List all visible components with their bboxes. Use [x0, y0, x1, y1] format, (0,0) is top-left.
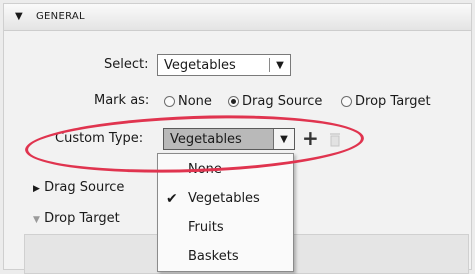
drop-target-section[interactable]: ▼ Drop Target — [33, 211, 120, 226]
radio-drag-source-label: Drag Source — [242, 94, 323, 109]
radio-drop-target-label: Drop Target — [355, 94, 431, 109]
drag-source-section[interactable]: ▶ Drag Source — [33, 180, 124, 195]
radio-none-label: None — [178, 94, 212, 109]
trash-icon[interactable] — [329, 132, 341, 147]
select-label: Select: — [104, 57, 149, 72]
custom-type-label: Custom Type: — [55, 131, 144, 146]
radio-drop-target[interactable]: Drop Target — [341, 94, 431, 109]
triangle-down-icon[interactable]: ▼ — [33, 215, 40, 225]
dropdown-item-label: Fruits — [188, 220, 224, 235]
mark-as-label: Mark as: — [94, 93, 150, 108]
drag-source-label: Drag Source — [44, 180, 125, 195]
triangle-down-icon[interactable]: ▼ — [15, 11, 23, 22]
dropdown-item-fruits[interactable]: Fruits — [158, 214, 293, 242]
select-value: Vegetables — [164, 57, 236, 73]
dropdown-item-vegetables[interactable]: ✔ Vegetables — [158, 185, 293, 213]
dropdown-item-baskets[interactable]: Baskets — [158, 243, 293, 271]
triangle-right-icon[interactable]: ▶ — [33, 184, 40, 194]
chevron-down-icon[interactable]: ▼ — [273, 129, 294, 149]
radio-drag-source-button[interactable] — [228, 96, 239, 107]
plus-icon[interactable]: + — [302, 128, 319, 148]
chevron-down-icon[interactable]: ▼ — [270, 60, 290, 71]
dropdown-item-none[interactable]: None — [158, 156, 293, 184]
radio-none[interactable]: None — [164, 94, 212, 109]
dropdown-item-label: None — [188, 162, 222, 177]
custom-type-dropdown-list: None ✔ Vegetables Fruits Baskets — [157, 153, 294, 272]
custom-type-value: Vegetables — [170, 131, 242, 147]
section-title: GENERAL — [36, 11, 85, 22]
dropdown-item-label: Vegetables — [188, 191, 260, 206]
custom-type-select[interactable]: Vegetables ▼ — [163, 128, 295, 150]
radio-drop-target-button[interactable] — [341, 96, 352, 107]
drop-target-label: Drop Target — [44, 211, 120, 226]
radio-drag-source[interactable]: Drag Source — [228, 94, 322, 109]
general-section-header[interactable]: ▼ GENERAL — [4, 4, 471, 31]
checkmark-icon: ✔ — [166, 191, 178, 207]
select-dropdown[interactable]: Vegetables ▼ — [157, 54, 291, 76]
radio-none-button[interactable] — [164, 96, 175, 107]
dropdown-item-label: Baskets — [188, 249, 239, 264]
